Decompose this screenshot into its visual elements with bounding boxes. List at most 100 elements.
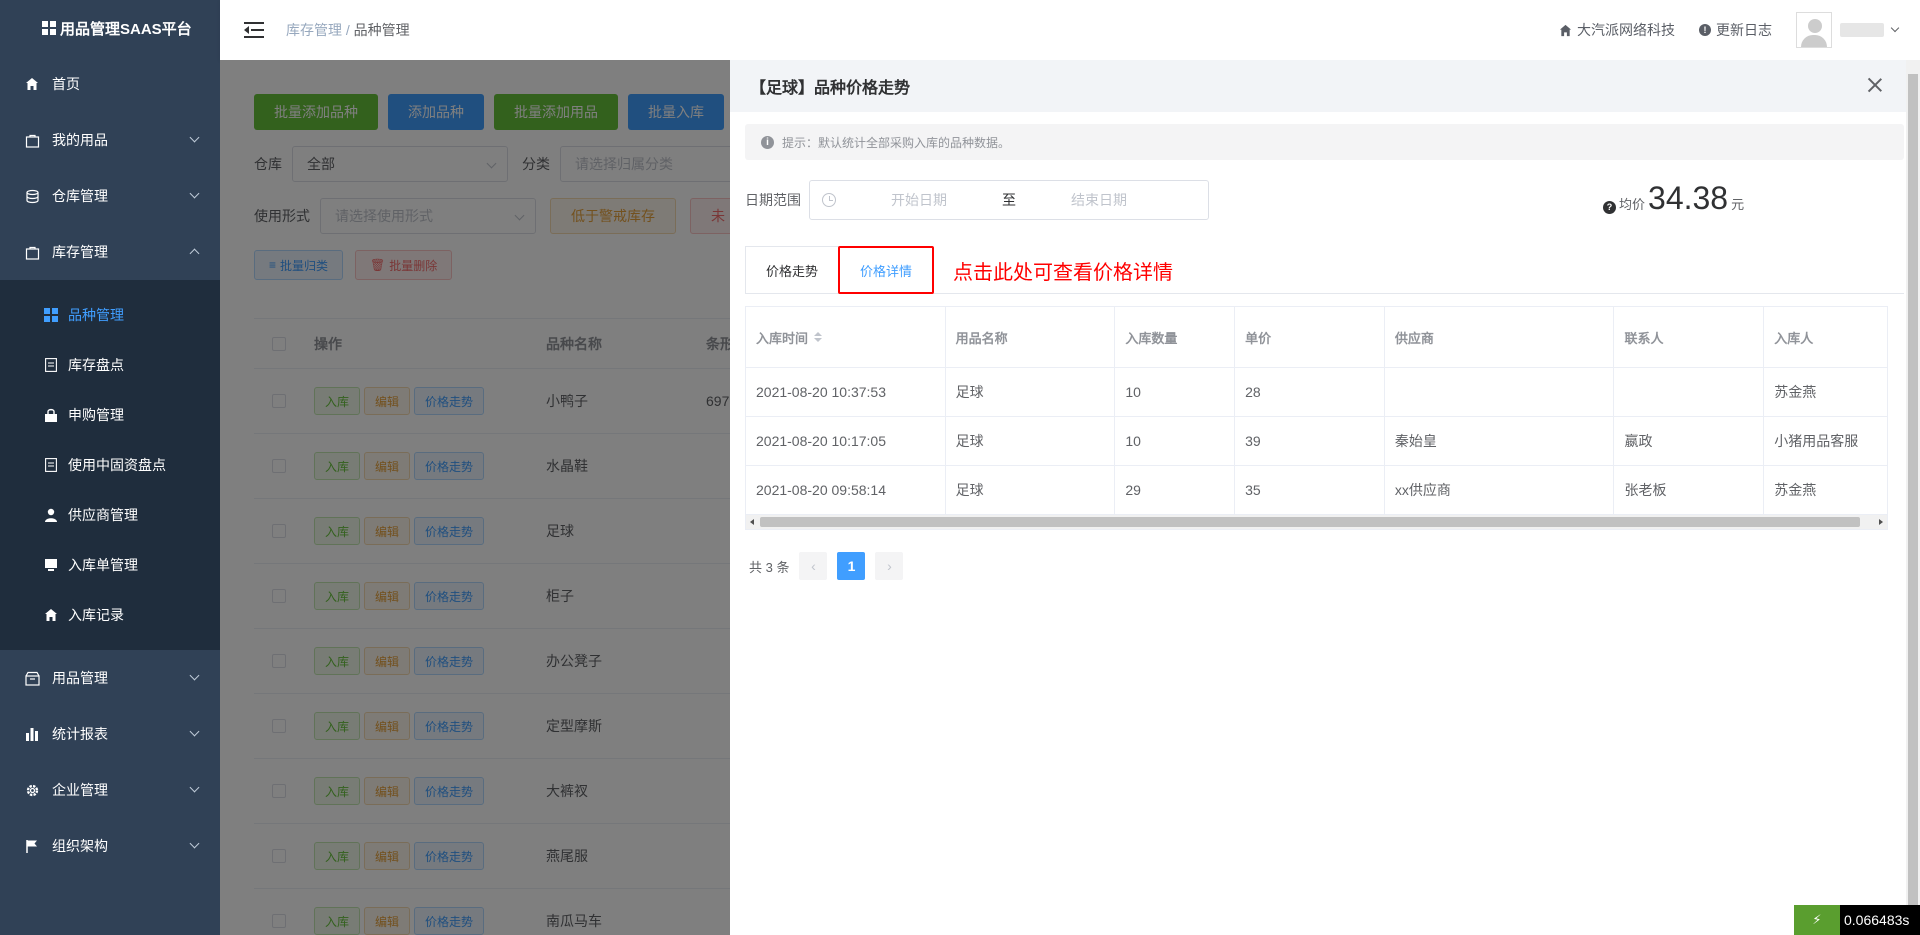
performance-badge: ⚡ 0.066483s [1794,905,1920,935]
drawer-header: 【足球】品种价格走势 [730,60,1920,112]
sidebar-item-variety[interactable]: 品种管理 [0,290,220,340]
item-name: 足球 [946,417,1116,465]
bag-icon [24,244,40,260]
sidebar-item-org[interactable]: 组织架构 [0,818,220,874]
annotation-text: 点击此处可查看价格详情 [953,262,1173,284]
document-icon [44,458,58,472]
sidebar-item-purchase[interactable]: 申购管理 [0,390,220,440]
sidebar: 用品管理SAAS平台 首页 我的用品 仓库管理 库存管理 品种管理 库存盘点 申… [0,0,220,935]
column-header-contact: 联系人 [1614,307,1765,367]
sidebar-item-supplier[interactable]: 供应商管理 [0,490,220,540]
operator: 苏金燕 [1774,384,1817,400]
monitor-icon [44,558,58,572]
sidebar-item-label: 仓库管理 [52,188,108,204]
contact: 张老板 [1614,466,1765,514]
sidebar-item-label: 组织架构 [52,838,108,854]
supplier: xx供应商 [1385,466,1615,514]
operator: 小猪用品客服 [1774,433,1859,449]
app-logo[interactable]: 用品管理SAAS平台 [0,0,220,56]
sidebar-item-label: 用品管理 [52,670,108,686]
sidebar-item-warehouse[interactable]: 仓库管理 [0,168,220,224]
date-range-label: 日期范围 [745,192,801,208]
box-icon [24,670,40,686]
end-date-input[interactable]: 结束日期 [1024,190,1174,210]
sidebar-item-home[interactable]: 首页 [0,56,220,112]
drawer-tabs: 价格走势 价格详情 点击此处可查看价格详情 [745,246,1904,294]
company-name: 大汽派网络科技 [1577,22,1675,38]
sidebar-item-enterprise[interactable]: 企业管理 [0,762,220,818]
scrollbar-thumb[interactable] [760,517,1860,527]
horizontal-scrollbar[interactable] [746,515,1887,529]
sidebar-item-label: 申购管理 [68,407,124,423]
breadcrumb-parent[interactable]: 库存管理 [286,22,342,38]
column-header-supplier: 供应商 [1385,307,1615,367]
inbound-time: 2021-08-20 10:17:05 [746,417,946,465]
scroll-right-icon[interactable] [1879,519,1883,525]
operator: 苏金燕 [1774,482,1817,498]
sidebar-item-inbound-orders[interactable]: 入库单管理 [0,540,220,590]
user-name [1840,23,1884,37]
user-icon [44,508,58,522]
user-menu[interactable] [1796,12,1900,48]
sidebar-item-label: 首页 [52,76,80,92]
sidebar-item-inbound-records[interactable]: 入库记录 [0,590,220,640]
sidebar-item-label: 供应商管理 [68,507,138,523]
sidebar-item-inventory[interactable]: 库存管理 [0,224,220,280]
breadcrumb-separator: / [342,22,354,38]
inbound-qty: 10 [1115,417,1236,465]
company-link[interactable]: 大汽派网络科技 [1559,20,1675,40]
tab-price-trend[interactable]: 价格走势 [745,246,840,294]
changelog-link[interactable]: ! 更新日志 [1699,20,1772,40]
home-icon [44,608,58,622]
chevron-down-icon [189,726,200,737]
tab-price-detail[interactable]: 价格详情 [838,246,935,294]
avg-label: 均价 [1619,197,1646,212]
column-header-time[interactable]: 入库时间 [746,307,946,367]
start-date-input[interactable]: 开始日期 [844,190,994,210]
sidebar-item-label: 企业管理 [52,782,108,798]
grid-icon [42,21,56,35]
chevron-down-icon [189,188,200,199]
price-detail-table: 入库时间 用品名称 入库数量 单价 供应商 联系人 入库人 2021-08-20… [745,306,1888,530]
next-page-button[interactable]: › [875,552,904,580]
inbound-qty: 29 [1115,466,1236,514]
date-range-row: 日期范围 开始日期 至 结束日期 ? 均价 34.38 元 [745,180,1904,220]
item-name: 足球 [946,466,1116,514]
sidebar-item-stocktake[interactable]: 库存盘点 [0,340,220,390]
column-header-item: 用品名称 [946,307,1116,367]
scrollbar-thumb[interactable] [1908,74,1918,919]
speed-icon: ⚡ [1794,905,1840,935]
average-price: ? 均价 34.38 元 [1603,180,1744,220]
sidebar-item-supplies[interactable]: 用品管理 [0,650,220,706]
date-range-picker[interactable]: 开始日期 至 结束日期 [809,180,1209,220]
grid-icon [44,308,58,322]
info-icon: i [761,135,774,149]
close-icon[interactable] [1866,76,1884,94]
sort-icon[interactable] [814,332,823,342]
unit-price: 35 [1235,466,1385,514]
sidebar-item-label: 入库记录 [68,607,124,623]
total-count: 共 3 条 [749,559,790,575]
drawer-title: 【足球】品种价格走势 [750,80,911,97]
sidebar-item-my-supplies[interactable]: 我的用品 [0,112,220,168]
inbound-time: 2021-08-20 09:58:14 [746,466,946,514]
home-icon [1559,24,1572,36]
menu-toggle-icon[interactable] [244,22,264,38]
range-separator: 至 [1002,192,1016,208]
sidebar-item-label: 库存管理 [52,244,108,260]
prev-page-button[interactable]: ‹ [799,552,828,580]
tip-text: 提示：默认统计全部采购入库的品种数据。 [782,135,1011,150]
tip-alert: i 提示：默认统计全部采购入库的品种数据。 [745,124,1904,160]
database-icon [24,188,40,204]
inventory-submenu: 品种管理 库存盘点 申购管理 使用中固资盘点 供应商管理 入库单管理 入库记录 [0,280,220,650]
sidebar-item-reports[interactable]: 统计报表 [0,706,220,762]
drawer-body: i 提示：默认统计全部采购入库的品种数据。 日期范围 开始日期 至 结束日期 ?… [730,112,1920,580]
scroll-left-icon[interactable] [750,519,754,525]
chevron-up-icon [189,248,200,259]
pagination: 共 3 条 ‹ 1 › [745,552,1904,580]
page-number[interactable]: 1 [837,552,866,580]
question-icon[interactable]: ? [1603,200,1616,214]
sidebar-item-fixed-asset-check[interactable]: 使用中固资盘点 [0,440,220,490]
table-row: 2021-08-20 10:37:53 足球 10 28 苏金燕 [746,368,1887,417]
vertical-scrollbar[interactable] [1906,60,1920,935]
